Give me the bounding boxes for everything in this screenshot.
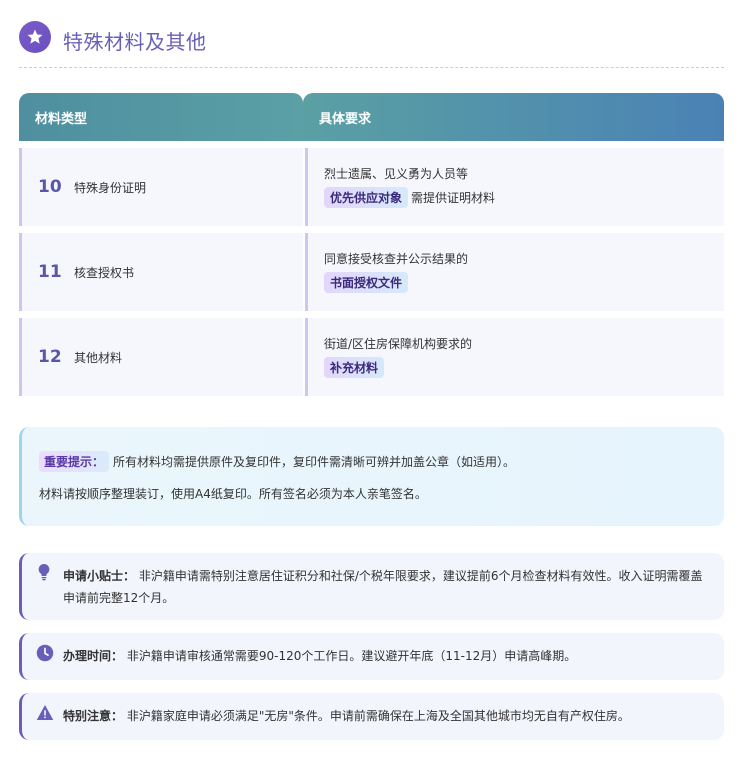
important-notice: 重要提示： 所有材料均需提供原件及复印件，复印件需清晰可辨并加盖公章（如适用）。…: [19, 427, 724, 526]
tip-text: 非沪籍申请需特别注意居住证积分和社保/个税年限要求，建议提前6个月检查材料有效性…: [63, 569, 703, 605]
star-icon: [19, 21, 51, 53]
requirement-text: 同意接受核查并公示结果的: [324, 252, 469, 266]
highlight-badge: 补充材料: [324, 357, 385, 378]
material-type-cell: 11 核查授权书: [19, 233, 303, 311]
row-number: 11: [38, 262, 62, 282]
highlight-badge: 书面授权文件: [324, 272, 409, 293]
warning-icon: [36, 704, 54, 720]
material-name: 特殊身份证明: [74, 180, 147, 195]
material-name: 核查授权书: [74, 265, 135, 280]
tip-label: 申请小贴士：: [63, 569, 136, 583]
tip-text: 非沪籍家庭申请必须满足"无房"条件。申请前需确保在上海及全国其他城市均无自有产权…: [126, 709, 630, 723]
tip-application: 申请小贴士： 非沪籍申请需特别注意居住证积分和社保/个税年限要求，建议提前6个月…: [19, 553, 724, 620]
highlight-badge: 优先供应对象: [324, 187, 409, 208]
tip-special-note: 特别注意： 非沪籍家庭申请必须满足"无房"条件。申请前需确保在上海及全国其他城市…: [19, 693, 724, 740]
table-row: 12 其他材料 街道/区住房保障机构要求的 补充材料: [19, 318, 724, 396]
section-header: 特殊材料及其他: [19, 20, 724, 68]
row-number: 10: [38, 177, 62, 197]
materials-table: 材料类型 具体要求 10 特殊身份证明 烈士遗属、见义勇为人员等 优先供应对象 …: [19, 93, 724, 396]
column-header-requirement: 具体要求: [303, 93, 724, 141]
table-row: 11 核查授权书 同意接受核查并公示结果的 书面授权文件: [19, 233, 724, 311]
requirement-suffix: 需提供证明材料: [411, 191, 496, 205]
requirement-cell: 烈士遗属、见义勇为人员等 优先供应对象 需提供证明材料: [305, 148, 724, 226]
material-type-cell: 12 其他材料: [19, 318, 303, 396]
table-row: 10 特殊身份证明 烈士遗属、见义勇为人员等 优先供应对象 需提供证明材料: [19, 148, 724, 226]
tip-processing-time: 办理时间： 非沪籍申请审核通常需要90-120个工作日。建议避开年底（11-12…: [19, 633, 724, 680]
column-header-type: 材料类型: [19, 93, 303, 141]
requirement-text: 街道/区住房保障机构要求的: [324, 337, 473, 351]
tip-label: 办理时间：: [63, 649, 124, 663]
requirement-cell: 街道/区住房保障机构要求的 补充材料: [305, 318, 724, 396]
table-header: 材料类型 具体要求: [19, 93, 724, 141]
row-number: 12: [38, 347, 62, 367]
material-type-cell: 10 特殊身份证明: [19, 148, 303, 226]
clock-icon: [36, 644, 54, 662]
requirement-cell: 同意接受核查并公示结果的 书面授权文件: [305, 233, 724, 311]
notice-line-2: 材料请按顺序整理装订，使用A4纸复印。所有签名必须为本人亲笔签名。: [39, 487, 427, 501]
requirement-text: 烈士遗属、见义勇为人员等: [324, 167, 469, 181]
page-title: 特殊材料及其他: [63, 30, 207, 54]
material-name: 其他材料: [74, 350, 123, 365]
lightbulb-icon: [36, 563, 52, 581]
tip-label: 特别注意：: [63, 709, 124, 723]
notice-tag: 重要提示：: [39, 451, 110, 472]
tip-text: 非沪籍申请审核通常需要90-120个工作日。建议避开年底（11-12月）申请高峰…: [126, 649, 577, 663]
notice-line-1: 所有材料均需提供原件及复印件，复印件需清晰可辨并加盖公章（如适用）。: [113, 455, 516, 469]
